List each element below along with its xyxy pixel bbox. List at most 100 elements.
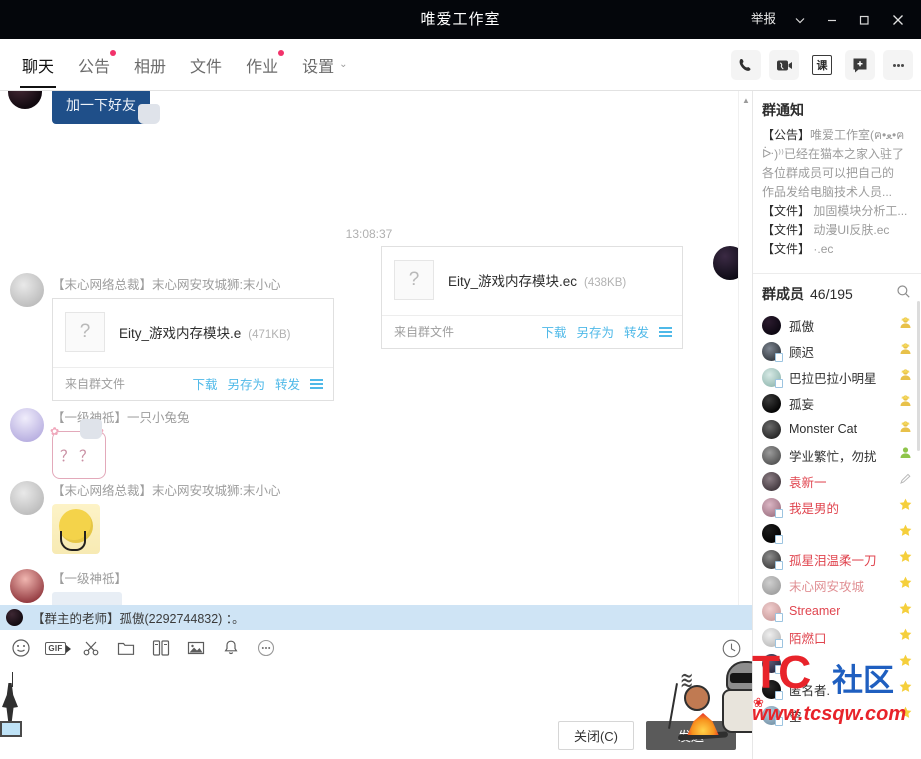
image-icon[interactable] [185, 638, 206, 659]
chevron-down-icon[interactable] [785, 0, 815, 39]
qq-flag-icon [775, 638, 783, 648]
report-button[interactable]: 举报 [744, 0, 783, 39]
avatar[interactable] [10, 408, 44, 442]
list-item[interactable]: 巴拉巴拉小明星 [753, 364, 921, 390]
send-button[interactable]: 发送 [646, 721, 736, 750]
scroll-up-arrow-icon[interactable]: ▲ [739, 93, 753, 107]
list-item[interactable]: 空 [753, 702, 921, 728]
notice-item[interactable]: 【文件】 ·.ec [762, 240, 913, 259]
list-item[interactable]: 袁新一 [753, 468, 921, 494]
member-name: 孤妄 [789, 397, 815, 412]
avatar [762, 315, 781, 335]
notice-item[interactable]: 各位群成员可以把自己的 [762, 164, 913, 183]
forward-link[interactable]: 转发 [624, 322, 649, 341]
add-app-icon[interactable] [845, 50, 875, 80]
list-item[interactable]: 孤傲 [753, 312, 921, 338]
notice-key: 【公告】 [762, 128, 811, 142]
header-action-icons: 课 [731, 39, 913, 91]
download-link[interactable]: 下载 [192, 374, 217, 393]
message-bubble[interactable]: 加一下好友 [52, 91, 150, 124]
qq-flag-icon [775, 534, 783, 544]
notice-item[interactable]: 作品发给电脑技术人员... [762, 183, 913, 202]
screenshot-icon[interactable] [150, 638, 171, 659]
list-item[interactable]: 我是男的 [753, 494, 921, 520]
tab-settings[interactable]: 设置 ⌄ [290, 39, 359, 91]
phone-call-icon[interactable] [731, 50, 761, 80]
more-icon[interactable] [883, 50, 913, 80]
avatar [762, 445, 781, 465]
file-card[interactable]: ? Eity_游戏内存模块.ec (438KB) 来自群文件 下载 另存为 转发 [381, 246, 683, 349]
pen-badge-icon [898, 471, 913, 491]
list-item[interactable]: 末心网安攻城 [753, 572, 921, 598]
green-badge-icon [898, 445, 913, 465]
tab-announcement[interactable]: 公告 [66, 39, 122, 91]
sticker-image[interactable] [52, 504, 100, 554]
selected-message-row[interactable]: 【群主的老师】孤傲(2292744832) ：。 [0, 605, 752, 630]
notice-text: ·.ec [813, 242, 834, 256]
qq-flag-icon [775, 612, 783, 622]
save-as-link[interactable]: 另存为 [576, 322, 614, 341]
panel-scrollbar-thumb[interactable] [917, 301, 920, 451]
group-member-list[interactable]: 孤傲 顾迟 巴拉巴拉小明星 孤妄 Monster Cat 学业繁忙，勿扰 袁新一… [753, 312, 921, 728]
scissors-icon[interactable] [80, 638, 101, 659]
star-badge-icon [898, 523, 913, 543]
gif-icon[interactable]: GIF [45, 638, 71, 659]
list-item[interactable]: 孤妄 [753, 390, 921, 416]
video-call-icon[interactable] [769, 50, 799, 80]
file-name: Eity_游戏内存模块.ec [448, 273, 578, 289]
member-name: 空 [789, 709, 802, 724]
maximize-icon[interactable] [849, 0, 879, 39]
file-actions: 下载 另存为 转发 [541, 322, 672, 341]
close-button[interactable]: 关闭(C) [558, 721, 634, 750]
forward-link[interactable]: 转发 [275, 374, 300, 393]
minimize-icon[interactable] [817, 0, 847, 39]
chat-message-list[interactable]: 加一下好友 13:08:37 ? Eity_游戏内存模块.ec (438KB) 来… [0, 91, 752, 630]
download-link[interactable]: 下载 [541, 322, 566, 341]
message-input-box[interactable]: 关闭(C) 发送 [0, 666, 752, 759]
list-item[interactable] [753, 650, 921, 676]
list-item[interactable] [753, 520, 921, 546]
bell-icon[interactable] [220, 638, 241, 659]
notice-item[interactable]: 【文件】 加固模块分析工... [762, 202, 913, 221]
history-icon[interactable] [721, 638, 742, 659]
crown-badge-icon [898, 393, 913, 413]
tab-homework[interactable]: 作业 [234, 39, 290, 91]
search-icon[interactable] [896, 284, 911, 304]
tab-homework-badge [278, 49, 285, 56]
list-item[interactable]: 顾迟 [753, 338, 921, 364]
file-thumbnail-icon: ? [65, 312, 105, 352]
save-as-link[interactable]: 另存为 [227, 374, 265, 393]
avatar[interactable] [8, 91, 42, 109]
panel-scrollbar[interactable] [916, 91, 921, 759]
arm-shape-icon [60, 531, 86, 551]
title-bar: 唯爱工作室 举报 [0, 0, 921, 39]
message-row-avatar-left [10, 273, 44, 307]
list-item[interactable]: 孤星泪温柔一刀 [753, 546, 921, 572]
list-item[interactable]: Monster Cat [753, 416, 921, 442]
emoji-icon[interactable] [10, 638, 31, 659]
list-item[interactable]: 学业繁忙，勿扰 [753, 442, 921, 468]
list-item[interactable]: 匿名者. [753, 676, 921, 702]
list-item[interactable]: Streamer [753, 598, 921, 624]
list-item[interactable]: 陌燃口 [753, 624, 921, 650]
chat-scrollbar[interactable]: ▲ ▼ [738, 91, 752, 630]
avatar[interactable] [10, 273, 44, 307]
avatar[interactable] [10, 569, 44, 603]
more-dots-icon[interactable] [255, 638, 276, 659]
members-count: 46/195 [810, 286, 853, 302]
notice-item[interactable]: 【文件】 动漫UI反肤.ec [762, 221, 913, 240]
folder-icon[interactable] [115, 638, 136, 659]
file-card[interactable]: ? Eity_游戏内存模块.e (471KB) 来自群文件 下载 另存为 转发 [52, 298, 334, 401]
close-icon[interactable] [881, 0, 915, 39]
tab-album[interactable]: 相册 [122, 39, 178, 91]
notice-text: 动漫UI反肤.ec [813, 223, 890, 237]
notice-item[interactable]: 【公告】唯爱工作室(ฅ•ﻌ•ฅ [762, 126, 913, 145]
file-size: (438KB) [584, 276, 627, 289]
tab-chat[interactable]: 聊天 [10, 39, 66, 91]
avatar[interactable] [10, 481, 44, 515]
notice-item[interactable]: ᐕ)⁾⁾已经在猫本之家入驻了 [762, 145, 913, 164]
class-icon[interactable]: 课 [807, 50, 837, 80]
hamburger-menu-icon[interactable] [310, 378, 323, 389]
hamburger-menu-icon[interactable] [659, 326, 672, 337]
tab-files[interactable]: 文件 [178, 39, 234, 91]
